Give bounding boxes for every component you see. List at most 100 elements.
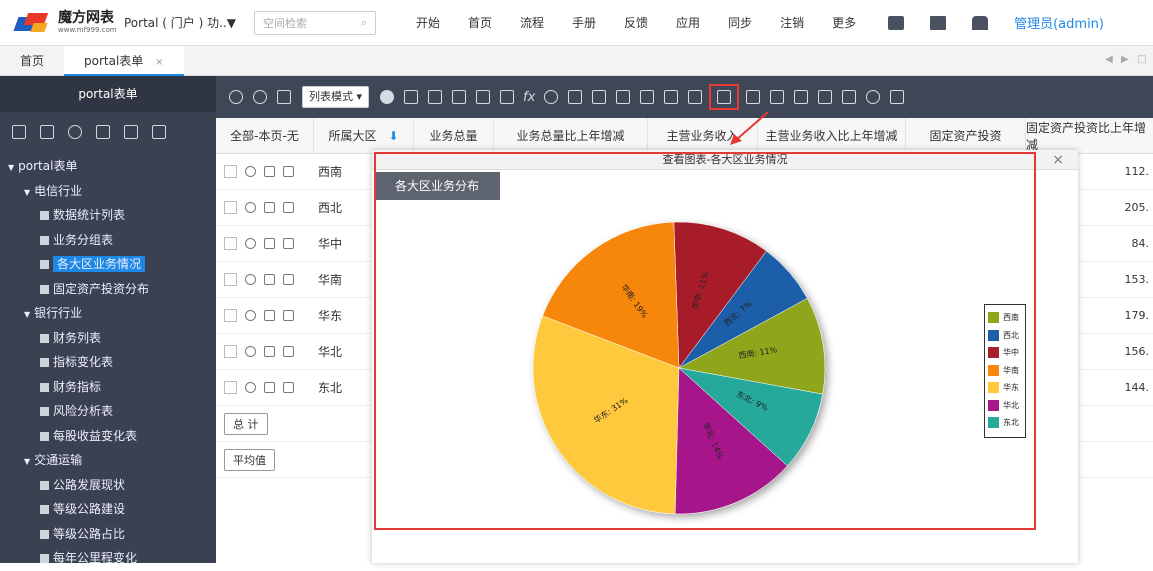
view-icon[interactable] [245,346,256,357]
print-preview-icon[interactable] [476,90,491,104]
workflow-icon[interactable] [818,90,833,104]
expand-caret-icon[interactable]: ▼ [24,188,30,197]
average-button[interactable]: 平均值 [224,448,275,471]
delete-icon[interactable] [283,166,294,177]
sidebar-item-4[interactable]: 各大区业务情况 [0,252,216,277]
tab-prev-icon[interactable]: ◀ [1105,54,1117,66]
sidebar-item-1[interactable]: ▼ 电信行业 [0,179,216,204]
view-icon[interactable] [245,382,256,393]
refresh-icon[interactable] [253,90,267,104]
edit-icon[interactable] [264,238,275,249]
nav-logout[interactable]: 注销 [780,14,804,31]
sidebar-item-2[interactable]: 数据统计列表 [0,203,216,228]
nav-more[interactable]: 更多 [832,14,856,31]
legend-item-4[interactable]: 华东 [988,379,1022,397]
sidebar-item-6[interactable]: ▼ 银行行业 [0,301,216,326]
barcode-icon[interactable] [842,90,857,104]
nav-start[interactable]: 开始 [416,14,440,31]
key-icon[interactable] [544,90,559,104]
view-icon[interactable] [245,310,256,321]
delete-icon[interactable] [283,238,294,249]
sidebar-item-11[interactable]: 每股收益变化表 [0,424,216,449]
view-icon[interactable] [245,274,256,285]
copy-icon[interactable] [404,90,419,104]
tab-home[interactable]: 首页 [0,46,64,76]
view-icon[interactable] [245,202,256,213]
total-button[interactable]: 总 计 [224,412,268,435]
sidebar-item-8[interactable]: 指标变化表 [0,350,216,375]
view-icon[interactable] [245,238,256,249]
edit-icon[interactable] [264,310,275,321]
legend-item-1[interactable]: 西北 [988,327,1022,345]
sidebar-item-9[interactable]: 财务指标 [0,375,216,400]
edit-icon[interactable] [264,346,275,357]
view-chart-button[interactable] [709,84,740,110]
sidebar-item-14[interactable]: 等级公路建设 [0,497,216,522]
nav-apps[interactable]: 应用 [676,14,700,31]
header-fixed-investment[interactable]: 固定资产投资 [906,118,1026,153]
admin-user-link[interactable]: 管理员(admin) [1014,13,1104,32]
header-main-revenue[interactable]: 主营业务收入 [648,118,758,153]
expand-caret-icon[interactable]: ▼ [24,310,30,319]
expand-caret-icon[interactable]: ▼ [24,457,30,466]
legend-item-3[interactable]: 华南 [988,362,1022,380]
header-main-revenue-yoy[interactable]: 主营业务收入比上年增减 [758,118,906,153]
header-region[interactable]: 所属大区 ⬇ [314,118,414,153]
header-select-scope[interactable]: 全部-本页-无 [216,118,314,153]
filter-icon[interactable] [640,90,655,104]
delete-icon[interactable] [283,346,294,357]
delete-icon[interactable] [283,274,294,285]
edit-icon[interactable] [264,274,275,285]
tab-save-icon[interactable]: □ [1137,54,1149,66]
close-tab-icon[interactable]: × [155,57,163,68]
sidebar-item-5[interactable]: 固定资产投资分布 [0,277,216,302]
nav-workflow[interactable]: 流程 [520,14,544,31]
info-icon[interactable] [68,125,82,139]
trash-icon[interactable] [616,90,631,104]
edit-icon[interactable] [264,166,275,177]
search-icon[interactable] [229,90,243,104]
nav-feedback[interactable]: 反馈 [624,14,648,31]
nav-manual[interactable]: 手册 [572,14,596,31]
export-icon[interactable] [746,90,761,104]
row-checkbox[interactable] [224,345,237,358]
row-checkbox[interactable] [224,237,237,250]
sidebar-item-13[interactable]: 公路发展现状 [0,473,216,498]
edit-icon[interactable] [40,125,54,139]
sort-arrow-icon[interactable]: ⬇ [388,129,398,143]
sidebar-item-3[interactable]: 业务分组表 [0,228,216,253]
import-icon[interactable] [152,125,166,139]
import-icon[interactable] [770,90,785,104]
row-checkbox[interactable] [224,273,237,286]
clipboard-icon[interactable] [930,15,947,30]
formula-icon[interactable]: fx [523,90,535,105]
export-icon[interactable] [124,125,138,139]
row-checkbox[interactable] [224,381,237,394]
sidebar-item-0[interactable]: ▼ portal表单 [0,154,216,179]
row-checkbox[interactable] [224,165,237,178]
legend-item-5[interactable]: 华北 [988,397,1022,415]
tab-next-icon[interactable]: ▶ [1121,54,1133,66]
view-icon[interactable] [245,166,256,177]
form-icon[interactable] [592,90,607,104]
add-icon[interactable] [380,90,395,104]
template-icon[interactable] [794,90,809,104]
header-fixed-investment-yoy[interactable]: 固定资产投资比上年增减 [1026,118,1153,153]
sidebar-item-16[interactable]: 每年公里程变化 [0,546,216,571]
view-mode-select[interactable]: 列表模式 ▾ [302,86,370,108]
delete-icon[interactable] [96,125,110,139]
legend-item-0[interactable]: 西南 [988,309,1022,327]
edit-icon[interactable] [264,202,275,213]
sidebar-item-15[interactable]: 等级公路占比 [0,522,216,547]
nav-home[interactable]: 首页 [468,14,492,31]
document-icon[interactable] [500,90,515,104]
print-icon[interactable] [452,90,467,104]
search-icon[interactable]: ⌕ [361,16,367,30]
row-checkbox[interactable] [224,201,237,214]
tab-portal-form[interactable]: portal表单 × [64,45,184,76]
expand-caret-icon[interactable]: ▼ [8,163,14,172]
row-checkbox[interactable] [224,309,237,322]
sidebar-item-7[interactable]: 财务列表 [0,326,216,351]
edit-icon[interactable] [264,382,275,393]
delete-icon[interactable] [283,202,294,213]
